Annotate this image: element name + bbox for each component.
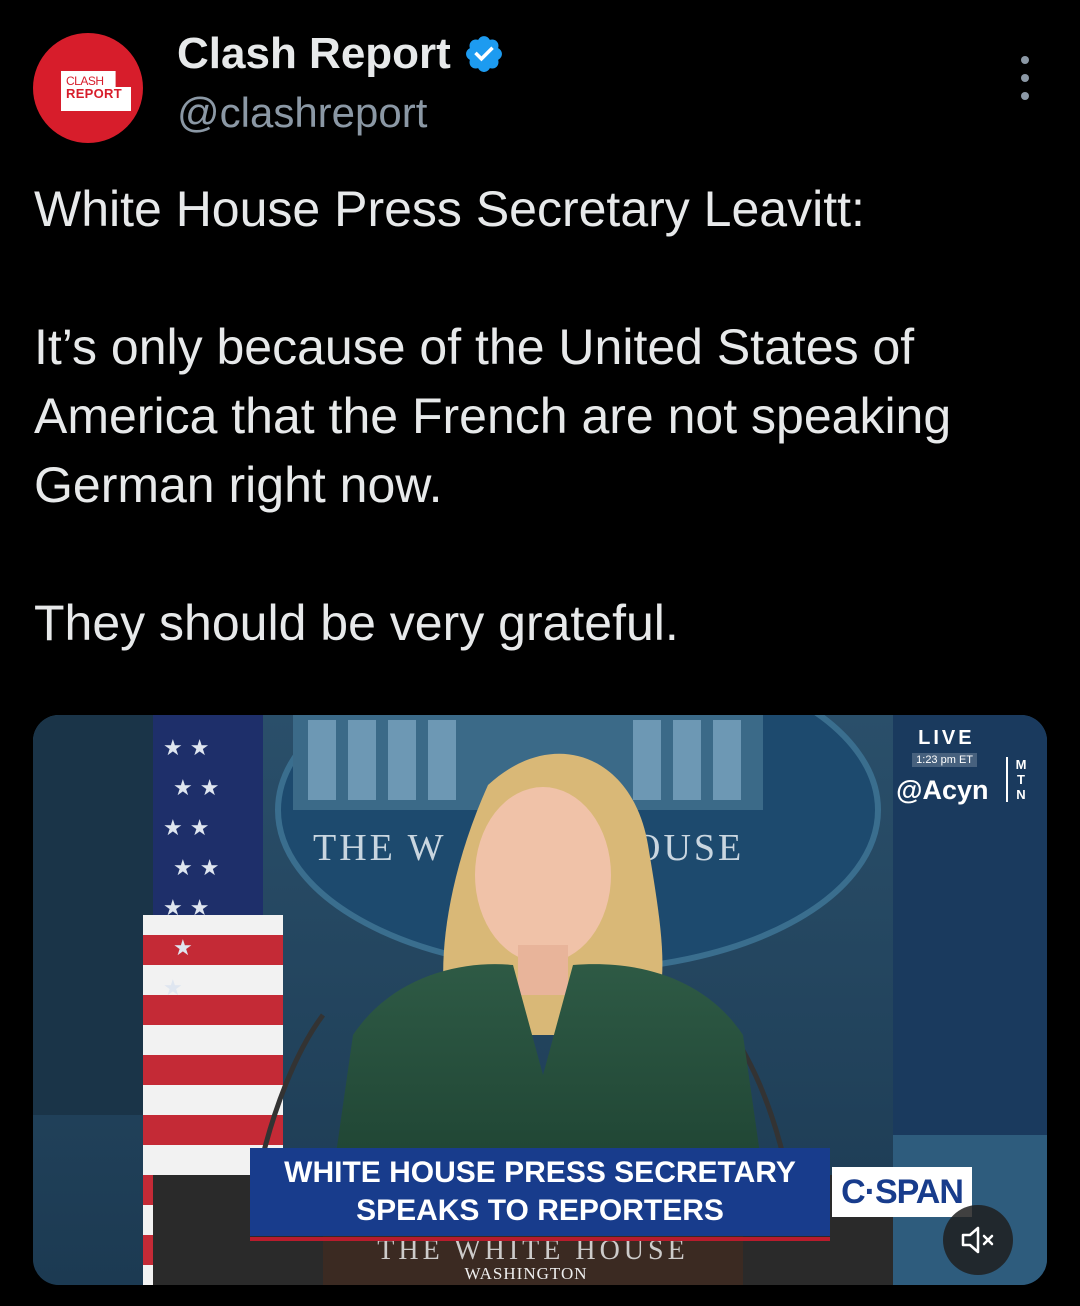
- live-label: LIVE: [918, 727, 975, 749]
- post-paragraph: They should be very grateful.: [34, 595, 679, 651]
- svg-text:★: ★: [173, 936, 193, 961]
- post-paragraph: It’s only because of the United States o…: [34, 319, 952, 513]
- more-options-icon[interactable]: [1008, 56, 1042, 100]
- svg-text:★ ★: ★ ★: [163, 896, 209, 921]
- svg-text:★: ★: [163, 976, 183, 1001]
- network-letter: N: [1016, 787, 1026, 802]
- network-letters: M T N: [1006, 757, 1031, 802]
- network-letter: M: [1015, 757, 1027, 772]
- muted-speaker-icon[interactable]: [943, 1205, 1013, 1275]
- svg-text:★ ★: ★ ★: [163, 736, 209, 761]
- author-name-row[interactable]: Clash Report: [177, 28, 505, 80]
- dot: [1021, 92, 1029, 100]
- watermark: @Acyn: [896, 775, 989, 805]
- live-overlay: LIVE 1:23 pm ET @Acyn: [896, 727, 988, 805]
- verified-badge-icon: [465, 36, 502, 72]
- network-logo: C·SPAN: [832, 1167, 972, 1217]
- svg-text:★ ★: ★ ★: [163, 816, 209, 841]
- dot: [1021, 56, 1029, 64]
- chyron-line1: WHITE HOUSE PRESS SECRETARY: [284, 1156, 796, 1189]
- author-handle[interactable]: @clashreport: [177, 88, 427, 138]
- backdrop-text-left: THE W: [313, 827, 447, 869]
- dot: [1021, 74, 1029, 82]
- author-avatar[interactable]: CLASH REPORT: [33, 33, 143, 143]
- avatar-logo-line2: REPORT: [66, 86, 122, 101]
- network-letter: T: [1017, 772, 1025, 787]
- podium-subtext: WASHINGTON: [464, 1264, 588, 1283]
- author-name[interactable]: Clash Report: [177, 28, 451, 80]
- post-paragraph: White House Press Secretary Leavitt:: [34, 181, 865, 237]
- chyron-stripe: [250, 1237, 830, 1241]
- svg-text:★ ★: ★ ★: [173, 856, 219, 881]
- chyron-line2: SPEAKS TO REPORTERS: [356, 1194, 724, 1227]
- broadcast-time: 1:23 pm ET: [912, 753, 977, 767]
- post-text: White House Press Secretary Leavitt: It’…: [34, 175, 1044, 658]
- speaker-glyph: [961, 1226, 994, 1254]
- svg-text:★ ★: ★ ★: [173, 776, 219, 801]
- video-player[interactable]: ★ ★ ★ ★ ★ ★ ★ ★ ★ ★ ★ ★ THE W OUSE THE W…: [33, 715, 1047, 1285]
- news-chyron: WHITE HOUSE PRESS SECRETARY SPEAKS TO RE…: [250, 1148, 830, 1236]
